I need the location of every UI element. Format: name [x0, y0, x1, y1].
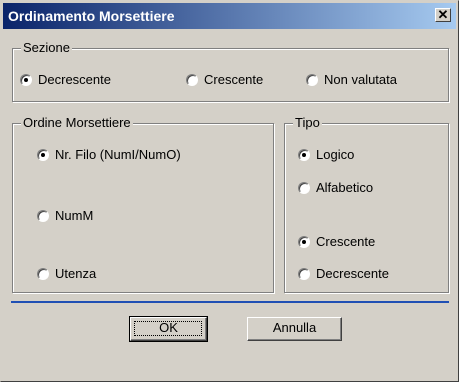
radio-label: Logico — [316, 147, 355, 162]
radio-selected-dot — [302, 240, 306, 244]
radio-label: Crescente — [316, 234, 376, 249]
radio-label: Non valutata — [324, 72, 397, 87]
radio-button[interactable] — [37, 268, 49, 280]
group-label-sezione: Sezione — [21, 40, 72, 56]
radio-selected-dot — [24, 78, 28, 82]
radio-label: Nr. Filo (NumI/NumO) — [55, 147, 181, 162]
separator-line — [11, 301, 449, 303]
radio-selected-dot — [41, 153, 45, 157]
radio-button[interactable] — [20, 74, 32, 86]
cancel-button-label: Annulla — [272, 320, 317, 335]
radio-button[interactable] — [298, 182, 310, 194]
radio-label: Crescente — [204, 72, 264, 87]
window-title: Ordinamento Morsettiere — [8, 8, 175, 24]
radio-button[interactable] — [37, 210, 49, 222]
radio-button[interactable] — [298, 149, 310, 161]
radio-label: NumM — [55, 208, 94, 223]
radio-selected-dot — [302, 153, 306, 157]
close-icon: ✕ — [437, 7, 449, 22]
radio-button[interactable] — [186, 74, 198, 86]
radio-button[interactable] — [298, 268, 310, 280]
radio-label: Utenza — [55, 266, 97, 281]
group-label-ordine: Ordine Morsettiere — [21, 115, 133, 131]
title-bar[interactable]: Ordinamento Morsettiere ✕ — [3, 3, 456, 29]
group-label-tipo: Tipo — [293, 115, 322, 131]
focus-rectangle — [134, 321, 202, 336]
dialog-window: Ordinamento Morsettiere ✕ Sezione Decres… — [0, 0, 459, 382]
radio-label: Decrescente — [38, 72, 111, 87]
radio-label: Alfabetico — [316, 180, 374, 195]
radio-button[interactable] — [306, 74, 318, 86]
radio-button[interactable] — [37, 149, 49, 161]
close-button[interactable]: ✕ — [435, 7, 451, 22]
radio-label: Decrescente — [316, 266, 389, 281]
cancel-button[interactable]: Annulla — [247, 317, 342, 341]
radio-button[interactable] — [298, 236, 310, 248]
ok-button[interactable]: OK — [129, 316, 208, 342]
